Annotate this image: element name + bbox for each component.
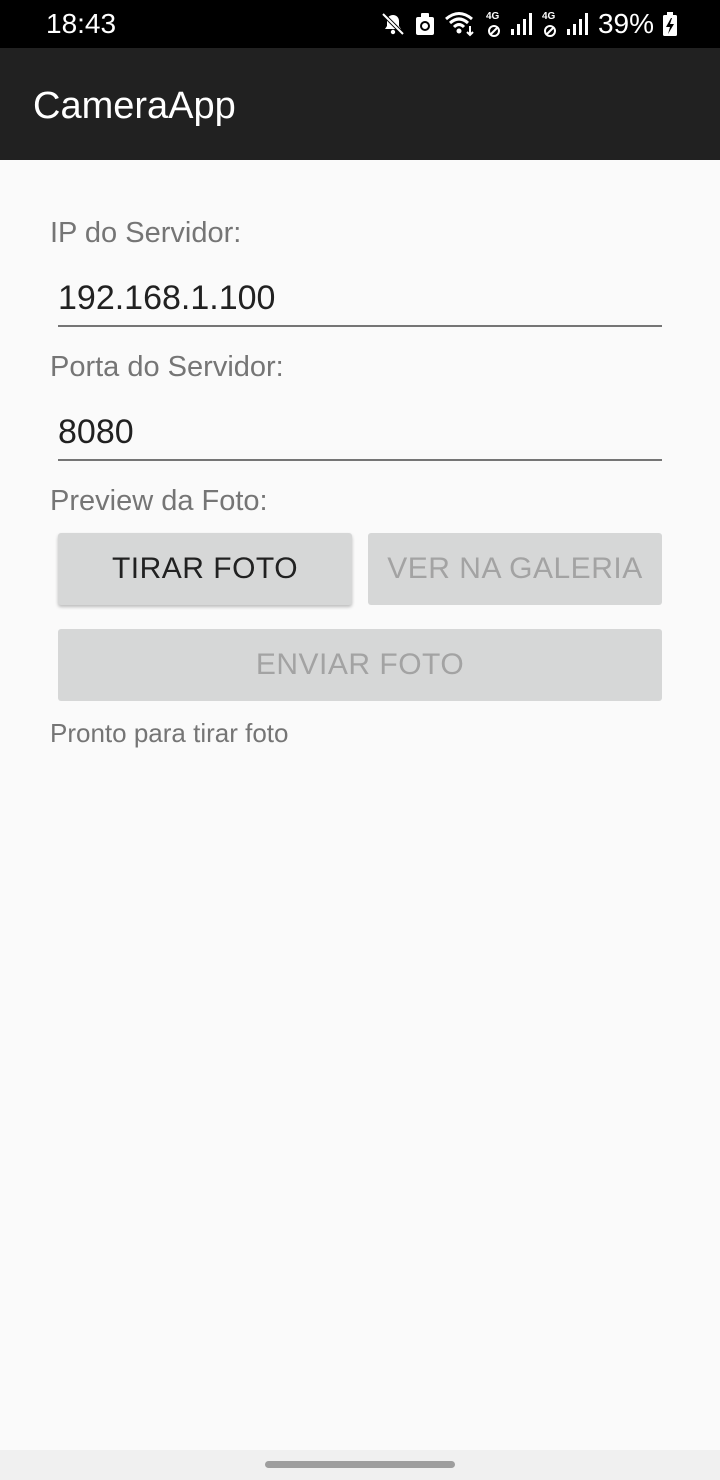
network-type-label: 4G [486,10,502,38]
battery-charging-icon [663,12,677,36]
ip-label: IP do Servidor: [50,217,242,249]
app-title: CameraApp [33,85,236,127]
signal-icon [510,13,532,35]
navigation-bar [0,1450,720,1480]
status-icons: 4G 4G 39% [380,8,678,40]
status-message: Pronto para tirar foto [50,718,289,748]
mute-icon [381,12,405,36]
preview-label: Preview da Foto: [50,485,268,517]
battery-percent: 39% [597,8,654,39]
status-bar: 18:43 4G 4G 39% [0,0,720,48]
port-input[interactable] [58,405,662,461]
port-label: Porta do Servidor: [50,351,284,383]
send-photo-button[interactable]: ENVIAR FOTO [58,629,662,701]
signal-icon [566,13,588,35]
app-bar: CameraApp [0,48,720,160]
view-gallery-button[interactable]: VER NA GALERIA [368,533,662,605]
take-photo-button[interactable]: TIRAR FOTO [58,533,352,605]
ip-input[interactable] [58,271,662,327]
network-type-label: 4G [542,10,558,38]
wifi-icon [444,12,474,37]
screen: 18:43 4G 4G 39% CameraApp IP do Servidor… [0,0,720,1480]
sync-icon [415,13,434,35]
status-time: 18:43 [46,8,117,39]
home-handle[interactable] [265,1461,455,1468]
